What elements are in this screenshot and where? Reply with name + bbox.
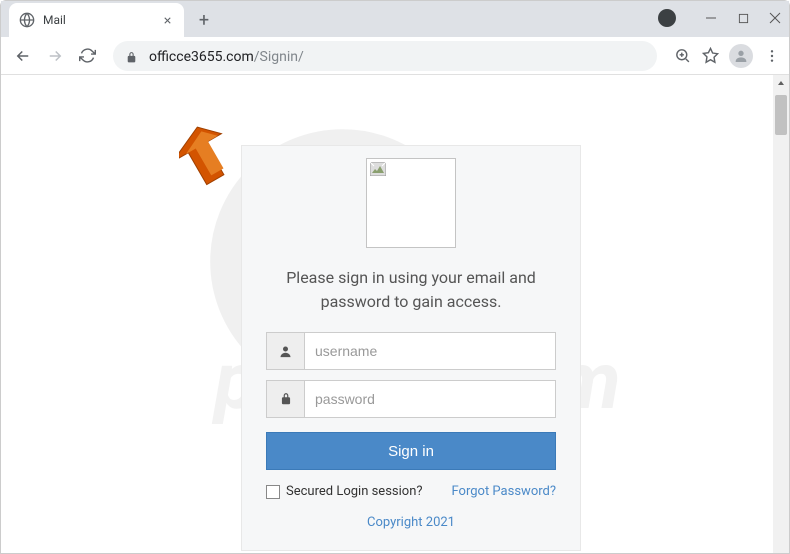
url-domain: officce3655.com bbox=[149, 49, 254, 65]
broken-image-icon bbox=[370, 162, 386, 176]
browser-tab[interactable]: Mail bbox=[9, 3, 184, 37]
logo-placeholder bbox=[366, 158, 456, 248]
lock-icon bbox=[125, 49, 139, 63]
arrow-annotation-icon bbox=[179, 125, 239, 195]
login-panel: Please sign in using your email and pass… bbox=[241, 145, 581, 551]
minimize-button[interactable] bbox=[704, 11, 718, 25]
url-path: /Signin/ bbox=[254, 49, 304, 65]
browser-window: Mail + bbox=[0, 0, 790, 554]
globe-icon bbox=[19, 12, 35, 28]
profile-avatar[interactable] bbox=[729, 44, 753, 68]
forgot-password-link[interactable]: Forgot Password? bbox=[451, 484, 556, 499]
signin-button[interactable]: Sign in bbox=[266, 432, 556, 470]
toolbar-right bbox=[673, 44, 781, 68]
lock-icon bbox=[267, 381, 305, 417]
reload-button[interactable] bbox=[73, 42, 101, 70]
secured-session-label: Secured Login session? bbox=[286, 484, 423, 499]
user-icon bbox=[267, 333, 305, 369]
checkbox-icon bbox=[266, 485, 280, 499]
signin-heading: Please sign in using your email and pass… bbox=[266, 266, 556, 314]
window-controls bbox=[658, 0, 782, 36]
browser-toolbar: officce3655.com/Signin/ bbox=[1, 37, 789, 75]
profile-badge-icon[interactable] bbox=[658, 9, 676, 27]
back-button[interactable] bbox=[9, 42, 37, 70]
username-input[interactable] bbox=[305, 333, 555, 369]
close-icon[interactable] bbox=[160, 13, 174, 27]
address-bar[interactable]: officce3655.com/Signin/ bbox=[113, 41, 657, 71]
password-group bbox=[266, 380, 556, 418]
secured-session-checkbox[interactable]: Secured Login session? bbox=[266, 484, 423, 499]
vertical-scrollbar[interactable] bbox=[773, 75, 789, 553]
menu-icon[interactable] bbox=[763, 47, 781, 65]
password-input[interactable] bbox=[305, 381, 555, 417]
copyright-text: Copyright 2021 bbox=[266, 515, 556, 530]
url-text: officce3655.com/Signin/ bbox=[149, 46, 304, 65]
tab-title: Mail bbox=[43, 13, 152, 27]
new-tab-button[interactable]: + bbox=[190, 6, 218, 34]
scroll-up-icon bbox=[777, 79, 785, 87]
username-group bbox=[266, 332, 556, 370]
maximize-button[interactable] bbox=[736, 11, 750, 25]
login-bottom-row: Secured Login session? Forgot Password? bbox=[266, 484, 556, 499]
close-window-button[interactable] bbox=[768, 11, 782, 25]
scroll-thumb[interactable] bbox=[775, 95, 787, 135]
page-viewport: pcrisk.com Please sign in using your ema… bbox=[1, 75, 789, 553]
forward-button[interactable] bbox=[41, 42, 69, 70]
tab-bar: Mail + bbox=[1, 1, 789, 37]
zoom-icon[interactable] bbox=[673, 47, 691, 65]
star-icon[interactable] bbox=[701, 47, 719, 65]
